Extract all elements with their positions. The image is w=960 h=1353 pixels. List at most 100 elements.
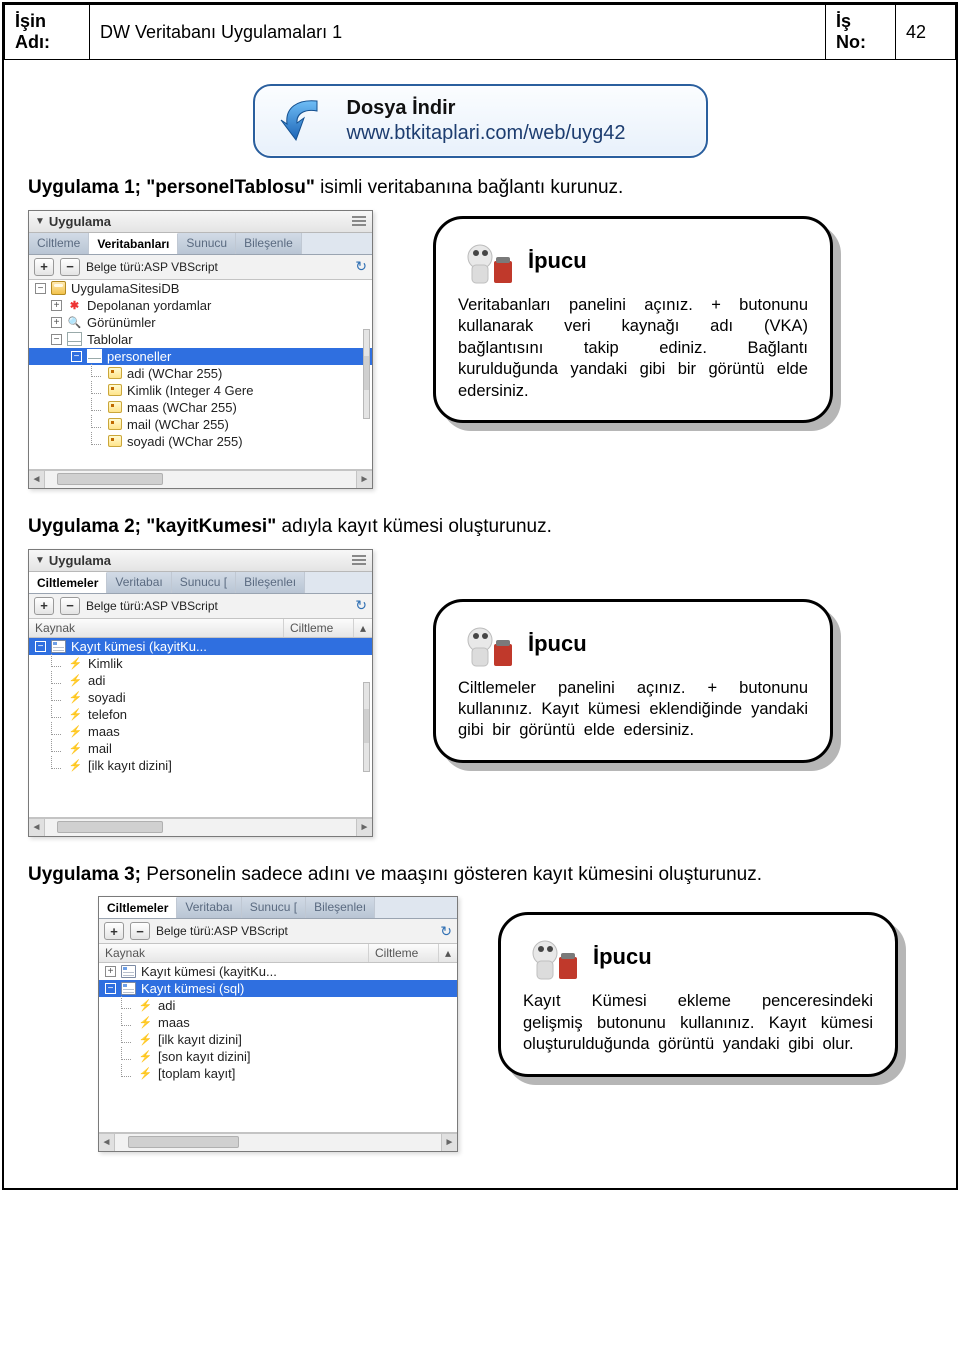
tab-bilesenler[interactable]: Bileşenleı	[306, 897, 375, 918]
tree-field[interactable]: ⚡maas	[99, 1014, 457, 1031]
tab-ciltleme[interactable]: Ciltleme	[29, 233, 89, 254]
plus-button[interactable]: +	[34, 258, 54, 276]
scroll-track[interactable]	[45, 471, 356, 488]
col-kaynak[interactable]: Kaynak	[29, 619, 284, 637]
scroll-right-icon[interactable]: ►	[356, 471, 372, 488]
panel-menu-icon[interactable]	[352, 216, 366, 226]
refresh-icon[interactable]: ↻	[440, 923, 452, 940]
twisty-plus-icon[interactable]: +	[105, 966, 116, 977]
col-sort-icon[interactable]: ▴	[354, 619, 372, 637]
scrollbar-vertical[interactable]	[363, 329, 370, 419]
download-url[interactable]: www.btkitaplari.com/web/uyg42	[347, 121, 626, 146]
tree-field[interactable]: ⚡[son kayıt dizini]	[99, 1048, 457, 1065]
tab-bilesenler[interactable]: Bileşenleı	[236, 572, 305, 593]
tree-col[interactable]: mail (WChar 255)	[29, 416, 372, 433]
tree-field[interactable]: ⚡telefon	[29, 706, 372, 723]
twisty-plus-icon[interactable]: +	[51, 317, 62, 328]
tree-col[interactable]: maas (WChar 255)	[29, 399, 372, 416]
twisty-minus-icon[interactable]: −	[105, 983, 116, 994]
twisty-minus-icon[interactable]: −	[35, 641, 46, 652]
panel3-columns: Kaynak Ciltleme ▴	[99, 944, 457, 963]
tab-veritabani[interactable]: Veritabaı	[107, 572, 171, 593]
col-kaynak[interactable]: Kaynak	[99, 944, 369, 962]
col-ciltleme[interactable]: Ciltleme	[284, 619, 354, 637]
tree-views-label: Görünümler	[87, 315, 156, 330]
tree-tables[interactable]: − Tablolar	[29, 331, 372, 348]
is-no-value: 42	[896, 5, 956, 60]
minus-button[interactable]: −	[130, 922, 150, 940]
tab-veritabanlari[interactable]: Veritabanları	[89, 233, 178, 254]
tab-ciltlemeler[interactable]: Ciltlemeler	[29, 572, 107, 593]
tab-sunucu[interactable]: Sunucu	[178, 233, 236, 254]
scroll-thumb[interactable]	[57, 473, 163, 485]
scroll-right-icon[interactable]: ►	[356, 819, 372, 836]
field-label: adi	[88, 673, 105, 688]
tree-field[interactable]: ⚡Kimlik	[29, 655, 372, 672]
tree-field[interactable]: ⚡mail	[29, 740, 372, 757]
panel1-hscroll[interactable]: ◄ ►	[29, 470, 372, 488]
scroll-right-icon[interactable]: ►	[441, 1134, 457, 1151]
panel2-hscroll[interactable]: ◄ ►	[29, 818, 372, 836]
column-icon	[108, 418, 122, 430]
scroll-thumb[interactable]	[57, 821, 163, 833]
download-arrow-icon	[277, 96, 329, 146]
twisty-minus-icon[interactable]: −	[35, 283, 46, 294]
col-ciltleme[interactable]: Ciltleme	[369, 944, 439, 962]
tree-stored-procs[interactable]: + ✱ Depolanan yordamlar	[29, 297, 372, 314]
col-sort-icon[interactable]: ▴	[439, 944, 457, 962]
tree-db-root[interactable]: − UygulamaSitesiDB	[29, 280, 372, 297]
refresh-icon[interactable]: ↻	[355, 258, 367, 275]
tree-field[interactable]: ⚡[ilk kayıt dizini]	[29, 757, 372, 774]
tab-sunucu[interactable]: Sunucu [	[172, 572, 236, 593]
collapse-icon[interactable]: ▼	[35, 216, 45, 227]
tree-recordset[interactable]: − Kayıt kümesi (kayitKu...	[29, 638, 372, 655]
tree-field[interactable]: ⚡[ilk kayıt dizini]	[99, 1031, 457, 1048]
panel2-titlebar[interactable]: ▼ Uygulama	[29, 550, 372, 572]
recordset-icon	[51, 640, 66, 653]
scroll-thumb[interactable]	[128, 1136, 239, 1148]
refresh-icon[interactable]: ↻	[355, 597, 367, 614]
row2: ▼ Uygulama Ciltlemeler Veritabaı Sunucu …	[28, 549, 932, 837]
tree-table-personeller[interactable]: − personeller	[29, 348, 372, 365]
panel3-hscroll[interactable]: ◄ ►	[99, 1133, 457, 1151]
minus-button[interactable]: −	[60, 597, 80, 615]
scrollbar-vertical[interactable]	[363, 682, 370, 772]
tab-veritabani[interactable]: Veritabaı	[177, 897, 241, 918]
tree-recordset-sql[interactable]: − Kayıt kümesi (sql)	[99, 980, 457, 997]
scroll-track[interactable]	[45, 819, 356, 836]
tab-bilesenler[interactable]: Bileşenle	[236, 233, 302, 254]
scroll-left-icon[interactable]: ◄	[29, 471, 45, 488]
twisty-minus-icon[interactable]: −	[51, 334, 62, 345]
tree-col[interactable]: Kimlik (Integer 4 Gere	[29, 382, 372, 399]
download-box[interactable]: Dosya İndir www.btkitaplari.com/web/uyg4…	[253, 84, 708, 158]
scroll-left-icon[interactable]: ◄	[29, 819, 45, 836]
tip1: İpucu Veritabanları panelini açınız. + b…	[433, 216, 833, 423]
tree-col[interactable]: adi (WChar 255)	[29, 365, 372, 382]
tree-field[interactable]: ⚡adi	[99, 997, 457, 1014]
tree-field[interactable]: ⚡maas	[29, 723, 372, 740]
tree-field[interactable]: ⚡adi	[29, 672, 372, 689]
scroll-track[interactable]	[115, 1134, 441, 1151]
twisty-plus-icon[interactable]: +	[51, 300, 62, 311]
download-title: Dosya İndir	[347, 97, 456, 119]
tree-field[interactable]: ⚡[toplam kayıt]	[99, 1065, 457, 1082]
views-icon: 🔍	[67, 315, 82, 329]
panel1-titlebar[interactable]: ▼ Uygulama	[29, 211, 372, 233]
tab-sunucu[interactable]: Sunucu [	[242, 897, 306, 918]
scroll-left-icon[interactable]: ◄	[99, 1134, 115, 1151]
panel-menu-icon[interactable]	[352, 555, 366, 565]
collapse-icon[interactable]: ▼	[35, 555, 45, 566]
tip-icon	[458, 235, 518, 287]
tab-ciltlemeler[interactable]: Ciltlemeler	[99, 897, 177, 918]
tree-col[interactable]: soyadi (WChar 255)	[29, 433, 372, 450]
bolt-icon: ⚡	[68, 741, 83, 755]
minus-button[interactable]: −	[60, 258, 80, 276]
tree-recordset-closed[interactable]: + Kayıt kümesi (kayitKu...	[99, 963, 457, 980]
plus-button[interactable]: +	[104, 922, 124, 940]
tree-field[interactable]: ⚡soyadi	[29, 689, 372, 706]
plus-button[interactable]: +	[34, 597, 54, 615]
twisty-minus-icon[interactable]: −	[71, 351, 82, 362]
panel2-tabs: Ciltlemeler Veritabaı Sunucu [ Bileşenle…	[29, 572, 372, 594]
tip1-box: İpucu Veritabanları panelini açınız. + b…	[433, 216, 833, 423]
tree-views[interactable]: + 🔍 Görünümler	[29, 314, 372, 331]
